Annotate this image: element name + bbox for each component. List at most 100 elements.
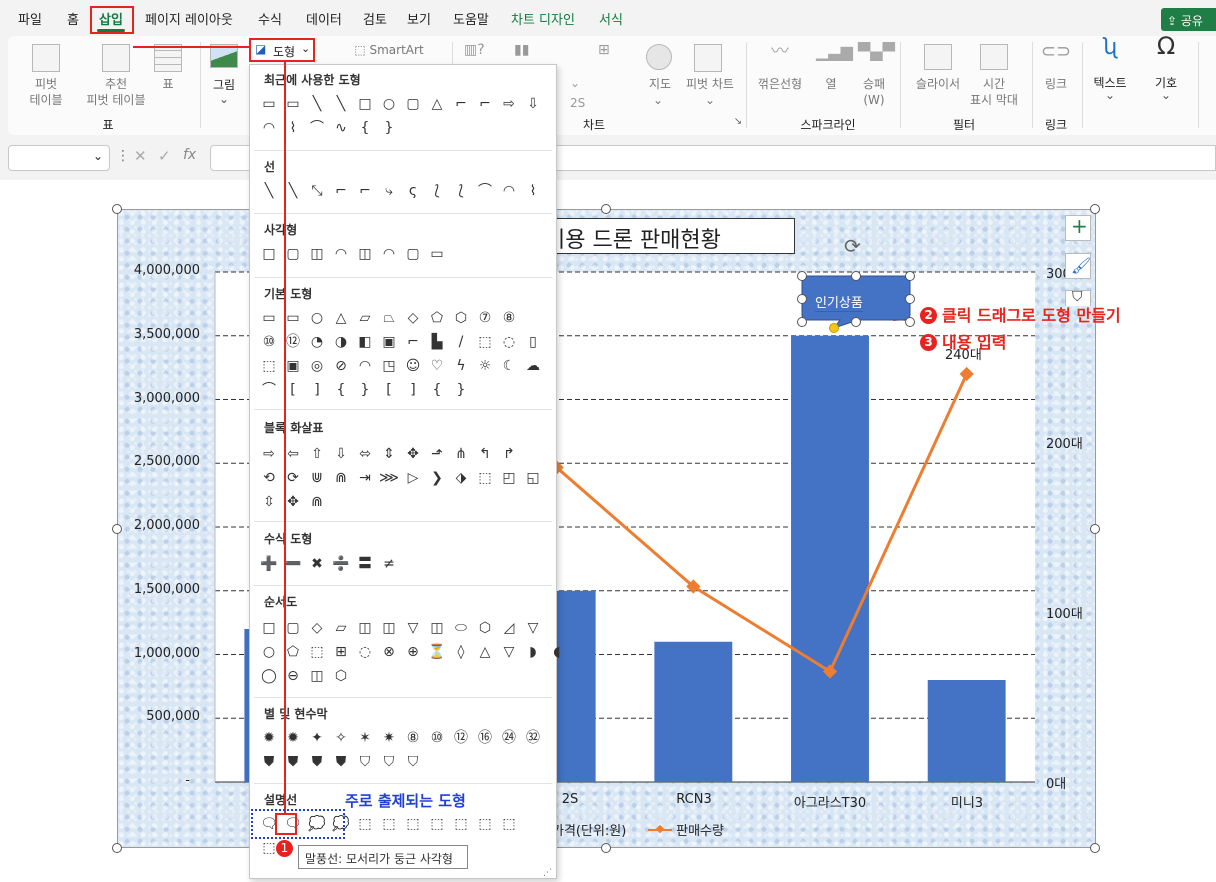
callout-text[interactable]: 인기상품 xyxy=(815,292,863,312)
shape-option-icon[interactable]: ◔ xyxy=(306,331,328,353)
shape-option-icon[interactable]: ✶ xyxy=(354,727,376,749)
chart-resize-handle[interactable] xyxy=(1090,524,1100,534)
shape-option-icon[interactable]: ↱ xyxy=(498,443,520,465)
shape-option-icon[interactable]: ⬚ xyxy=(474,813,496,835)
shape-option-icon[interactable]: ∿ xyxy=(330,117,352,139)
shape-option-icon[interactable]: ◇ xyxy=(306,617,328,639)
shape-option-icon[interactable]: ◫ xyxy=(378,617,400,639)
shape-option-icon[interactable]: ✧ xyxy=(330,727,352,749)
shape-option-icon[interactable]: ▽ xyxy=(498,641,520,663)
shape-option-icon[interactable]: ⋒ xyxy=(330,467,352,489)
chart-resize-handle[interactable] xyxy=(601,843,611,853)
shape-option-icon[interactable]: ◇ xyxy=(402,307,424,329)
shape-option-icon[interactable]: ⇧ xyxy=(306,443,328,465)
shape-option-icon[interactable]: ⇩ xyxy=(330,443,352,465)
shape-option-icon[interactable]: ⑯ xyxy=(474,727,496,749)
shape-option-icon[interactable]: ⌒ xyxy=(306,117,328,139)
shape-option-icon[interactable]: ○ xyxy=(258,641,280,663)
shape-option-icon[interactable]: ◫ xyxy=(306,665,328,687)
shape-option-icon[interactable]: ⬏ xyxy=(426,443,448,465)
shape-resize-handle[interactable] xyxy=(797,294,807,304)
shape-option-icon[interactable]: ⏳ xyxy=(426,641,448,663)
shape-option-icon[interactable]: ⬡ xyxy=(450,307,472,329)
shape-option-icon[interactable]: ⬚ xyxy=(498,813,520,835)
shape-option-icon[interactable]: ◳ xyxy=(378,355,400,377)
shape-option-icon[interactable]: ✦ xyxy=(306,727,328,749)
chart-resize-handle[interactable] xyxy=(1090,843,1100,853)
shape-option-icon[interactable]: ▽ xyxy=(402,617,424,639)
shape-option-icon[interactable]: ◠ xyxy=(354,355,376,377)
shape-option-icon[interactable]: ◌ xyxy=(498,331,520,353)
resize-grip-icon[interactable]: ⋰ xyxy=(543,868,552,878)
shape-option-icon[interactable]: ⬗ xyxy=(450,467,472,489)
shape-resize-handle[interactable] xyxy=(905,294,915,304)
shape-option-icon[interactable]: { xyxy=(354,117,376,139)
shape-option-icon[interactable]: ▯ xyxy=(522,331,544,353)
shape-option-icon[interactable]: ◫ xyxy=(426,617,448,639)
shape-option-icon[interactable]: ▣ xyxy=(378,331,400,353)
shape-option-icon[interactable]: ⬚ xyxy=(306,641,328,663)
shape-option-icon[interactable]: ☺ xyxy=(402,355,424,377)
shape-option-icon[interactable]: ⑧ xyxy=(498,307,520,329)
shape-resize-handle[interactable] xyxy=(851,271,861,281)
shape-option-icon[interactable]: ▢ xyxy=(402,243,424,265)
legend-line-entry[interactable]: 판매수량 xyxy=(648,820,724,839)
shape-option-icon[interactable]: ⑩ xyxy=(426,727,448,749)
shape-option-icon[interactable]: } xyxy=(354,379,376,401)
shape-option-icon[interactable]: ╲ xyxy=(258,180,280,202)
shape-option-icon[interactable]: ▽ xyxy=(522,617,544,639)
shape-option-icon[interactable]: ╲ xyxy=(330,93,352,115)
shape-option-icon[interactable]: ◠ xyxy=(258,117,280,139)
shape-option-icon[interactable]: ◰ xyxy=(498,467,520,489)
chart-resize-handle[interactable] xyxy=(112,843,122,853)
shape-option-icon[interactable]: ▭ xyxy=(258,307,280,329)
shape-resize-handle[interactable] xyxy=(905,271,915,281)
shape-option-icon[interactable]: ⤷ xyxy=(378,180,400,202)
shape-option-icon[interactable]: ⌇ xyxy=(522,180,544,202)
shape-option-icon[interactable]: ➕ xyxy=(258,553,280,575)
chart-resize-handle[interactable] xyxy=(1090,204,1100,214)
chart-elements-button[interactable]: + xyxy=(1065,214,1091,241)
shape-option-icon[interactable]: ○ xyxy=(306,307,328,329)
rotate-handle-icon[interactable]: ⟳ xyxy=(844,234,861,258)
shape-option-icon[interactable]: ⬚ xyxy=(402,813,424,835)
shape-option-icon[interactable]: ☁ xyxy=(522,355,544,377)
shape-option-icon[interactable]: □ xyxy=(354,93,376,115)
shape-option-icon[interactable]: ╲ xyxy=(306,93,328,115)
shape-option-icon[interactable]: ☼ xyxy=(474,355,496,377)
shape-option-icon[interactable]: ✥ xyxy=(402,443,424,465)
shape-option-icon[interactable]: / xyxy=(450,331,472,353)
shape-option-icon[interactable]: ⬚ xyxy=(378,813,400,835)
shape-option-icon[interactable]: ↰ xyxy=(474,443,496,465)
shape-option-icon[interactable]: ⋙ xyxy=(378,467,400,489)
shape-option-icon[interactable]: ⟲ xyxy=(258,467,280,489)
shape-option-icon[interactable]: ⌐ xyxy=(330,180,352,202)
shape-option-icon[interactable]: ⬭ xyxy=(450,617,472,639)
shape-option-icon[interactable]: ς xyxy=(402,180,424,202)
shape-option-icon[interactable]: ⛊ xyxy=(258,751,280,773)
shape-option-icon[interactable]: ⊕ xyxy=(402,641,424,663)
shape-option-icon[interactable]: ㉔ xyxy=(498,727,520,749)
shape-option-icon[interactable]: ☾ xyxy=(498,355,520,377)
shape-option-icon[interactable]: ⬚ xyxy=(258,355,280,377)
shape-option-icon[interactable]: ] xyxy=(306,379,328,401)
shape-option-icon[interactable]: ⑫ xyxy=(450,727,472,749)
shape-resize-handle[interactable] xyxy=(797,317,807,327)
shape-option-icon[interactable]: ◧ xyxy=(354,331,376,353)
shape-resize-handle[interactable] xyxy=(905,317,915,327)
shape-option-icon[interactable]: ⛉ xyxy=(402,751,424,773)
shape-option-icon[interactable]: ㉜ xyxy=(522,727,544,749)
shape-option-icon[interactable]: } xyxy=(378,117,400,139)
shape-option-icon[interactable]: ▷ xyxy=(402,467,424,489)
shape-option-icon[interactable]: ◫ xyxy=(354,617,376,639)
shape-option-icon[interactable]: { xyxy=(330,379,352,401)
shape-option-icon[interactable]: ⬡ xyxy=(474,617,496,639)
shape-option-icon[interactable]: ⌒ xyxy=(474,180,496,202)
shape-option-icon[interactable]: ⛊ xyxy=(330,751,352,773)
shape-option-icon[interactable]: ◎ xyxy=(306,355,328,377)
shape-option-icon[interactable]: ✹ xyxy=(258,727,280,749)
shape-option-icon[interactable]: ◊ xyxy=(450,641,472,663)
shape-option-icon[interactable]: ⛉ xyxy=(354,751,376,773)
shape-resize-handle[interactable] xyxy=(851,317,861,327)
shape-option-icon[interactable]: ϟ xyxy=(450,355,472,377)
